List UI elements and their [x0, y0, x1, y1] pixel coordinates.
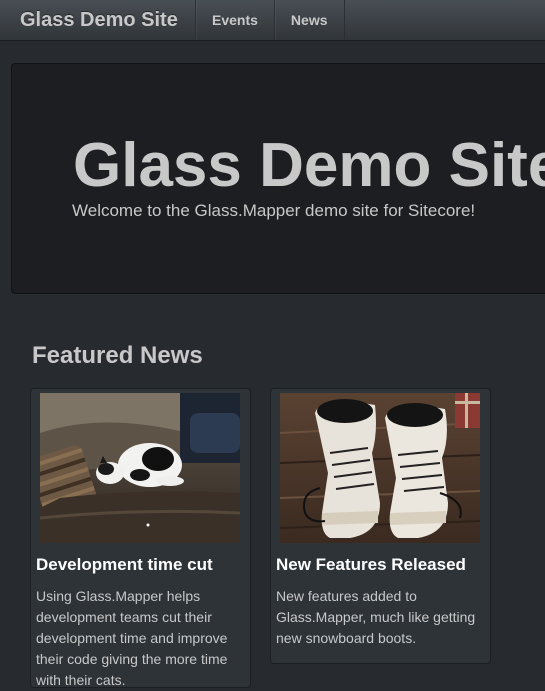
nav-menu: Events News — [195, 0, 345, 40]
nav-item-news[interactable]: News — [273, 0, 345, 40]
news-card-image-boots[interactable] — [280, 393, 480, 543]
news-card: New Features Released New features added… — [270, 388, 491, 664]
top-navbar: Glass Demo Site Events News — [0, 0, 545, 41]
featured-news-heading: Featured News — [32, 342, 203, 369]
news-card-image-cat[interactable] — [40, 393, 240, 543]
hero-subtitle: Welcome to the Glass.Mapper demo site fo… — [72, 201, 476, 220]
site-brand-link[interactable]: Glass Demo Site — [20, 9, 178, 32]
news-card-text: Using Glass.Mapper helps development tea… — [36, 588, 228, 688]
news-card: Development time cut Using Glass.Mapper … — [30, 388, 251, 688]
news-card-title[interactable]: New Features Released — [276, 555, 466, 575]
hero-banner: Glass Demo Site Welcome to the Glass.Map… — [11, 63, 545, 294]
hero-title: Glass Demo Site — [73, 131, 545, 200]
nav-item-events[interactable]: Events — [195, 0, 274, 40]
news-card-text: New features added to Glass.Mapper, much… — [276, 588, 476, 646]
news-card-title[interactable]: Development time cut — [36, 555, 213, 575]
